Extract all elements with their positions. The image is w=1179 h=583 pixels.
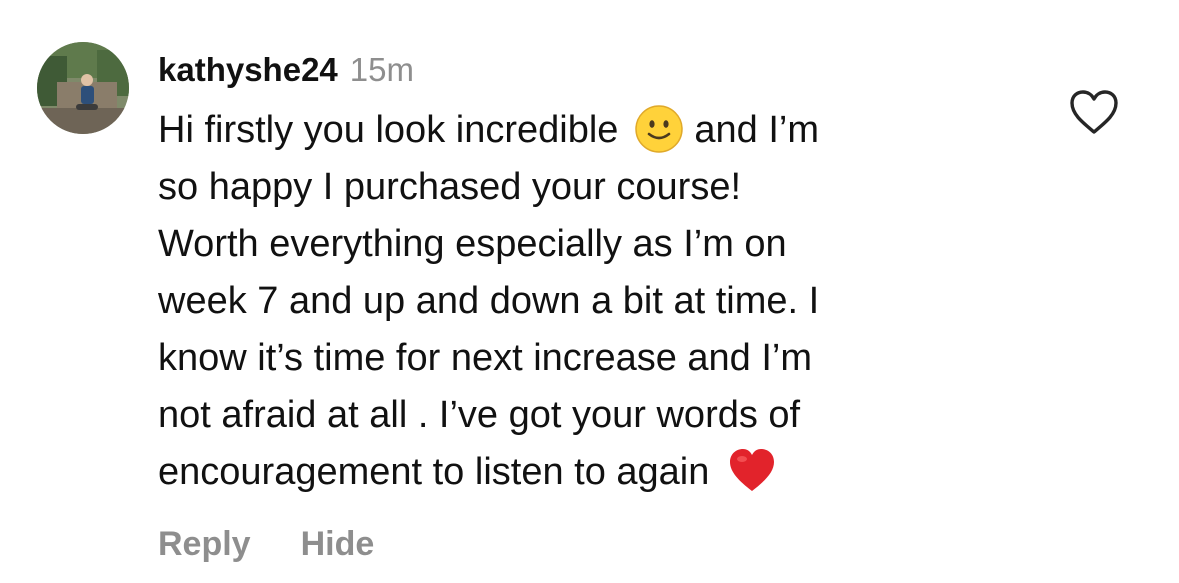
comment-actions: Reply Hide bbox=[158, 525, 374, 564]
like-button[interactable] bbox=[1068, 88, 1120, 136]
comment: kathyshe24 15m Hi firstly you look incre… bbox=[158, 42, 1038, 501]
comment-text: Hi firstly you look incredible and I’m s… bbox=[158, 102, 1038, 501]
comment-line: know it’s time for next increase and I’m bbox=[158, 337, 813, 379]
avatar[interactable] bbox=[37, 42, 129, 134]
comment-line-text: Hi firstly you look incredible bbox=[158, 109, 619, 151]
hide-button[interactable]: Hide bbox=[301, 525, 375, 564]
comment-line: so happy I purchased your course! bbox=[158, 166, 742, 208]
reply-button[interactable]: Reply bbox=[158, 525, 251, 564]
comment-line: encouragement to listen to again bbox=[158, 444, 1038, 501]
username[interactable]: kathyshe24 bbox=[158, 51, 338, 89]
heart-outline-icon bbox=[1070, 90, 1118, 134]
timestamp: 15m bbox=[349, 51, 414, 88]
comment-line: week 7 and up and down a bit at time. I bbox=[158, 280, 820, 322]
comment-header: kathyshe24 15m bbox=[158, 42, 1038, 98]
slightly-smiling-face-icon bbox=[634, 104, 684, 154]
comment-line: Worth everything especially as I’m on bbox=[158, 223, 787, 265]
red-heart-icon bbox=[727, 446, 777, 496]
comment-line: not afraid at all . I’ve got your words … bbox=[158, 394, 801, 436]
comment-line: Hi firstly you look incredible and I’m bbox=[158, 102, 1038, 159]
comment-line-text: encouragement to listen to again bbox=[158, 451, 710, 493]
comment-line-text: and I’m bbox=[694, 109, 820, 151]
